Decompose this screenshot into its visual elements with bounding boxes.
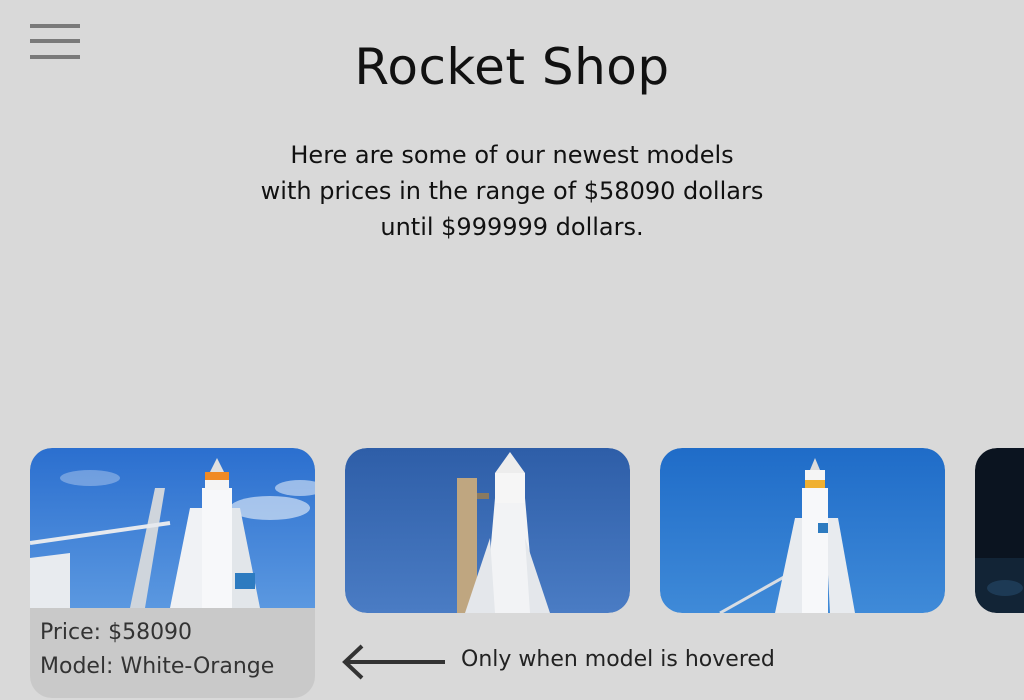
- hover-hint: Only when model is hovered: [340, 642, 800, 682]
- hint-text: Only when model is hovered: [461, 647, 775, 672]
- product-card-4[interactable]: [975, 448, 1024, 613]
- product-info: Price: $58090 Model: White-Orange: [30, 608, 315, 692]
- product-price: Price: $58090: [40, 620, 193, 645]
- rocket-photo-1: [30, 448, 315, 608]
- rocket-photo-2: [345, 448, 630, 613]
- product-card-1[interactable]: Price: $58090 Model: White-Orange: [30, 448, 315, 698]
- intro-line-2: with prices in the range of $58090 dolla…: [260, 177, 764, 205]
- arrow-left-icon: [342, 644, 445, 680]
- rocket-photo-4: [975, 448, 1024, 613]
- intro-text: Here are some of our newest models with …: [212, 137, 812, 245]
- product-card-3[interactable]: [660, 448, 945, 613]
- rocket-shop-page: Rocket Shop Here are some of our newest …: [0, 0, 1024, 700]
- product-model: Model: White-Orange: [40, 654, 275, 679]
- intro-line-3: until $999999 dollars.: [380, 213, 644, 241]
- product-card-2[interactable]: [345, 448, 630, 613]
- page-title: Rocket Shop: [354, 38, 670, 96]
- intro-line-1: Here are some of our newest models: [290, 141, 734, 169]
- rocket-photo-3: [660, 448, 945, 613]
